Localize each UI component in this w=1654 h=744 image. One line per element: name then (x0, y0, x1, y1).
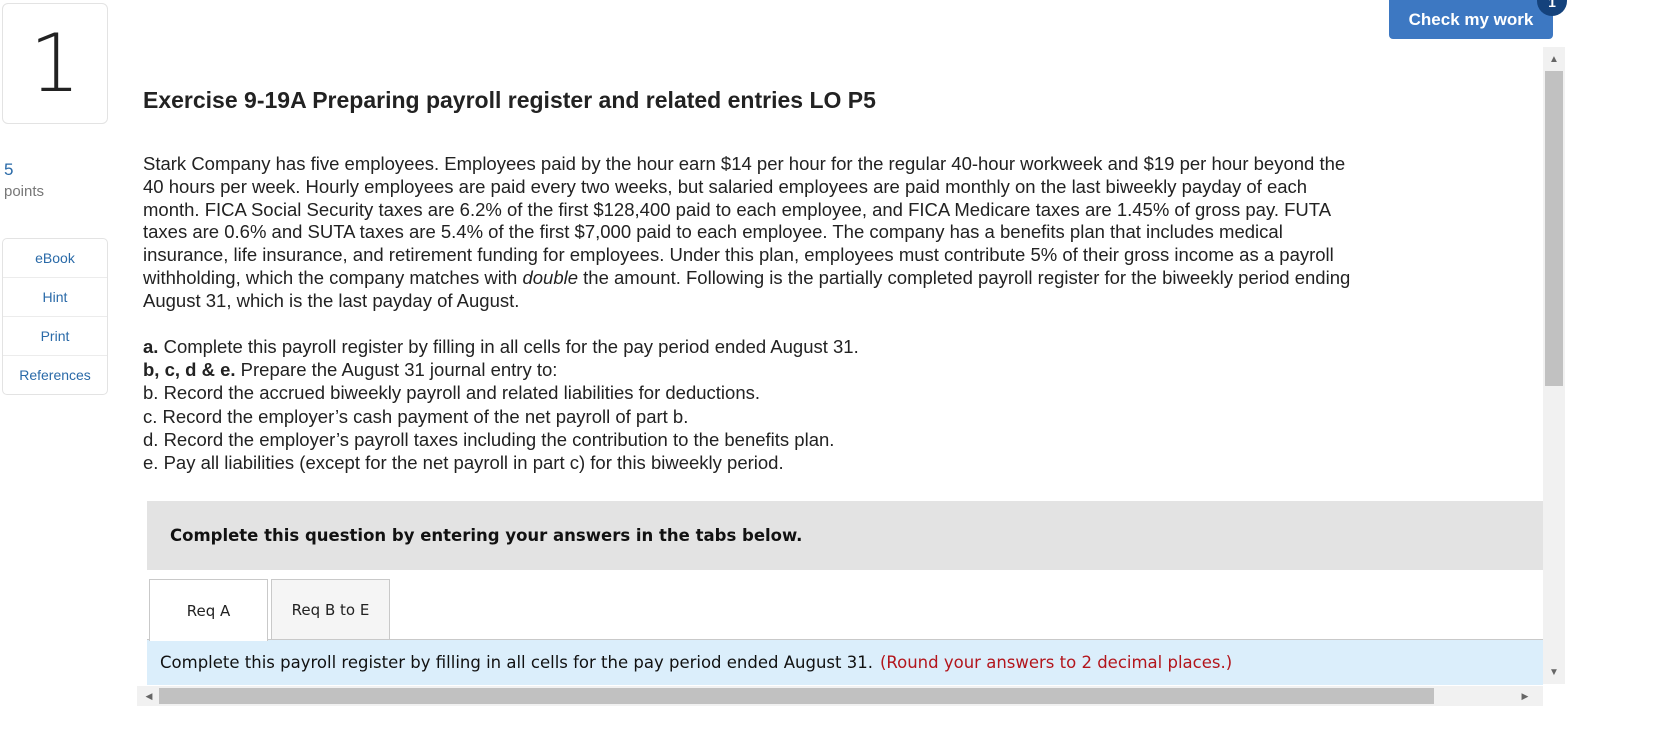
tab-req-a[interactable]: Req A (149, 579, 268, 641)
print-link[interactable]: Print (3, 317, 107, 356)
ebook-link[interactable]: eBook (3, 239, 107, 278)
instruction-box: Complete this question by entering your … (147, 501, 1543, 570)
hint-link[interactable]: Hint (3, 278, 107, 317)
task-bcde-text: Prepare the August 31 journal entry to: (240, 359, 558, 381)
references-link[interactable]: References (3, 356, 107, 394)
task-e: e. Pay all liabilities (except for the n… (143, 452, 784, 474)
vertical-scroll-thumb[interactable] (1545, 71, 1563, 386)
scroll-down-arrow-icon[interactable]: ▼ (1543, 662, 1565, 682)
task-bcde: b, c, d & e. Prepare the August 31 journ… (143, 358, 1363, 381)
horizontal-scrollbar[interactable]: ◀ ▶ (137, 686, 1543, 706)
points-value: 5 (4, 160, 14, 179)
task-d: d. Record the employer’s payroll taxes i… (143, 428, 835, 450)
task-list: a. Complete this payroll register by fil… (143, 335, 1363, 474)
scroll-right-arrow-icon[interactable]: ▶ (1515, 686, 1535, 706)
instruction-text: Complete this question by entering your … (170, 526, 803, 545)
exercise-title: Exercise 9-19A Preparing payroll registe… (143, 87, 876, 113)
req-a-instruction-bar: Complete this payroll register by fillin… (147, 640, 1543, 685)
task-a-label: a. (143, 336, 159, 357)
check-my-work-button[interactable]: Check my work (1389, 0, 1553, 39)
tab-req-b-to-e[interactable]: Req B to E (271, 579, 390, 640)
points-label: points (4, 183, 45, 200)
intro-emphasis: double (522, 266, 579, 288)
horizontal-scroll-thumb[interactable] (159, 688, 1434, 704)
question-number-box: 1 (2, 3, 108, 124)
problem-description: Stark Company has five employees. Employ… (143, 153, 1363, 313)
check-my-work-label: Check my work (1408, 9, 1534, 29)
sidebar-links: eBook Hint Print References (2, 238, 108, 395)
vertical-scrollbar[interactable]: ▲ ▼ (1543, 47, 1565, 684)
req-a-instruction: Complete this payroll register by fillin… (160, 653, 873, 672)
bottom-strip (0, 706, 1654, 744)
question-number: 1 (29, 16, 81, 110)
scroll-left-arrow-icon[interactable]: ◀ (139, 686, 159, 706)
task-b: b. Record the accrued biweekly payroll a… (143, 382, 761, 404)
task-bcde-label: b, c, d & e. (143, 359, 236, 381)
rounding-note: (Round your answers to 2 decimal places.… (879, 653, 1233, 672)
task-c: c. Record the employer’s cash payment of… (143, 405, 689, 427)
scroll-up-arrow-icon[interactable]: ▲ (1543, 49, 1565, 69)
task-a-text: Complete this payroll register by fillin… (163, 336, 859, 357)
task-a: a. Complete this payroll register by fil… (143, 335, 1363, 358)
